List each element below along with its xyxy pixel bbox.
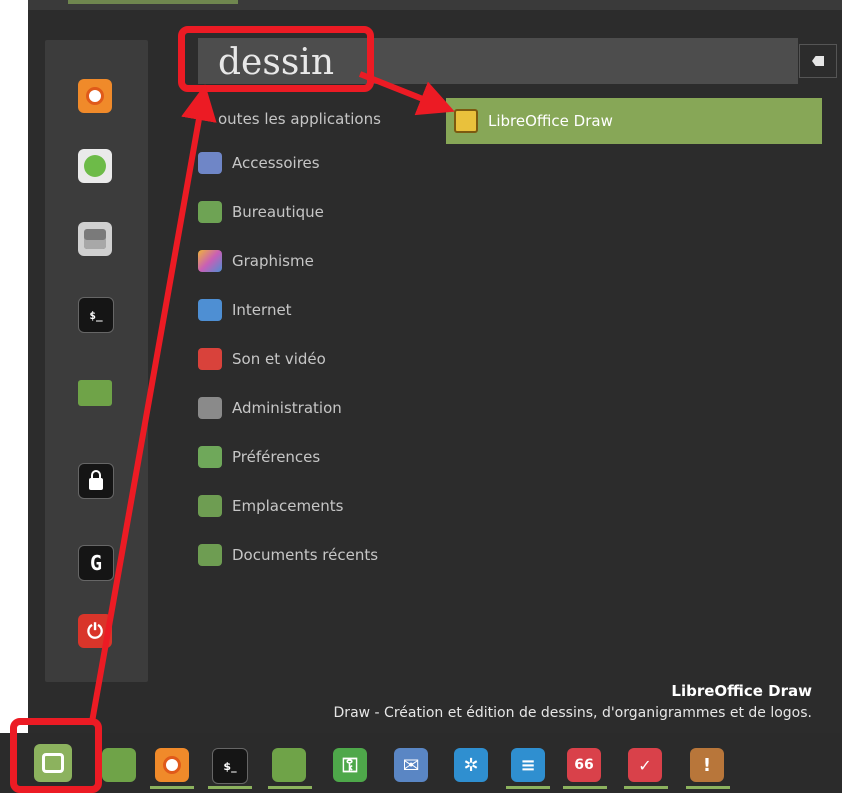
annotation-arrow-to-search bbox=[89, 84, 217, 723]
annotation-arrows bbox=[89, 71, 455, 723]
annotation-arrow-to-result bbox=[358, 71, 455, 116]
